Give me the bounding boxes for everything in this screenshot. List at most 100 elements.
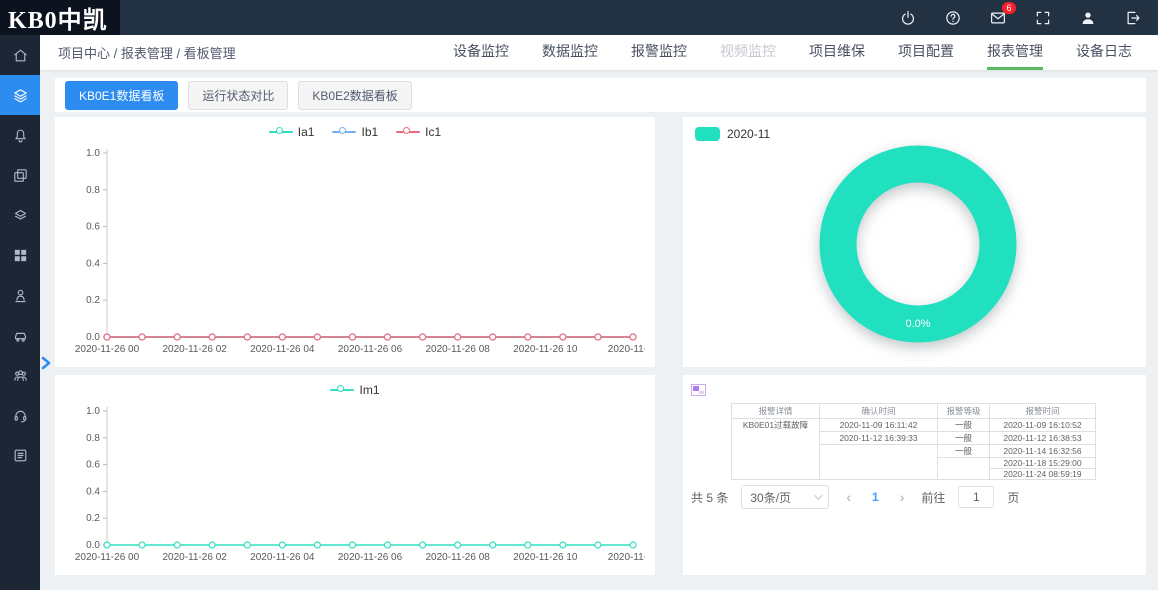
sidebar-item-grid[interactable]	[0, 235, 40, 275]
sidebar-item-group[interactable]	[0, 355, 40, 395]
legend-item[interactable]: Ib1	[332, 125, 378, 139]
legend-marker-icon	[695, 127, 720, 141]
svg-text:2020-11-26 10: 2020-11-26 10	[513, 344, 578, 355]
nav-tabs: 设备监控 数据监控 报警监控 视频监控 项目维保 项目配置 报表管理 设备日志	[453, 35, 1158, 70]
data-point	[313, 333, 321, 341]
data-point	[348, 333, 357, 341]
data-point	[138, 333, 146, 341]
bell-icon	[14, 129, 26, 142]
svg-text:2020-11-26 00: 2020-11-26 00	[75, 552, 140, 563]
help-button[interactable]	[944, 9, 962, 27]
svg-text:2020-11-26 02: 2020-11-26 02	[163, 344, 228, 355]
svg-text:2020-11-26 08: 2020-11-26 08	[426, 552, 491, 563]
power-button[interactable]	[899, 9, 917, 27]
goto-page-input[interactable]	[958, 486, 995, 508]
current-page-button[interactable]: 1	[868, 490, 883, 504]
pagination: 共 5 条 30条/页 ‹ 1 › 前往 页	[691, 485, 1138, 509]
alarm-table-wrap: 报警详情 确认时间 报警等级 报警时间 KB0E01过载故障 2020-11-09 16:…	[691, 403, 1138, 480]
breadcrumb: 项目中心 / 报表管理 / 看板管理	[58, 46, 236, 61]
data-point	[629, 333, 637, 341]
svg-text:2020-11-26 02: 2020-11-26 02	[163, 552, 228, 563]
legend-marker-icon	[268, 127, 293, 137]
svg-text:0.2: 0.2	[86, 295, 100, 306]
data-point	[138, 541, 146, 549]
top-header: KB0中凯 6	[0, 0, 1158, 35]
view-tab-button[interactable]: KB0E2数据看板	[298, 80, 412, 110]
data-point	[524, 541, 532, 549]
view-tab-bar: KB0E1数据看板 运行状态对比 KB0E2数据看板	[55, 78, 1146, 112]
legend-item[interactable]: Ic1	[396, 125, 441, 139]
nav-tab[interactable]: 视频监控	[720, 35, 776, 70]
data-point	[489, 541, 497, 549]
svg-text:1.0: 1.0	[86, 148, 100, 159]
table-header: 报警等级	[937, 403, 990, 419]
chart-legend: Ia1 Ib1 Ic1	[63, 123, 647, 141]
legend-item[interactable]: 2020-11	[695, 127, 770, 141]
page-size-select[interactable]: 30条/页	[741, 485, 830, 509]
card-grid: Ia1 Ib1 Ic1 1.0 0.8 0.6 0.4 0.2 0.0 2020-11-26 00…	[55, 117, 1146, 575]
data-point	[594, 541, 602, 549]
prev-page-button[interactable]: ‹	[842, 489, 855, 505]
person-pin-icon	[14, 289, 26, 302]
layers-icon	[13, 88, 27, 102]
mail-button[interactable]: 6	[989, 1, 1016, 27]
nav-tab[interactable]: 报表管理	[987, 35, 1043, 70]
data-point	[208, 333, 216, 341]
sidebar-item-person-pin[interactable]	[0, 275, 40, 315]
table-cell: 2020-11-09 16:11:42	[819, 418, 938, 432]
nav-tab[interactable]: 数据监控	[542, 35, 598, 70]
data-point	[103, 541, 111, 549]
logout-button[interactable]	[1124, 9, 1142, 27]
sidebar-item-windows[interactable]	[0, 155, 40, 195]
data-point	[383, 333, 392, 341]
legend-item[interactable]: Im1	[330, 383, 380, 397]
svg-text:2020-11-26: 2020-11-26	[608, 344, 645, 355]
sidebar-item-bell[interactable]	[0, 115, 40, 155]
table-cell: 2020-11-24 08:59:19	[989, 468, 1096, 480]
table-header: 报警详情	[731, 403, 820, 419]
sidebar-item-stack[interactable]	[0, 195, 40, 235]
nav-tab[interactable]: 设备日志	[1076, 35, 1132, 70]
svg-text:0.0: 0.0	[86, 332, 100, 343]
nav-tab[interactable]: 项目配置	[898, 35, 954, 70]
sidebar-item-headset[interactable]	[0, 395, 40, 435]
svg-text:2020-11-26: 2020-11-26	[608, 552, 645, 563]
line-chart-canvas: 1.0 0.8 0.6 0.4 0.2 0.02020-11-26 00 2020-11-2…	[75, 148, 659, 355]
svg-text:0.4: 0.4	[86, 486, 100, 497]
data-point	[559, 333, 567, 341]
nav-tab[interactable]: 设备监控	[453, 35, 509, 70]
fullscreen-button[interactable]	[1034, 9, 1052, 27]
donut-chart-card: 2020-11 0.0%	[683, 117, 1146, 367]
nav-tab[interactable]: 报警监控	[631, 35, 687, 70]
broken-image-icon	[691, 384, 706, 396]
power-icon	[902, 10, 914, 25]
data-point	[559, 541, 567, 549]
svg-text:2020-11-26 04: 2020-11-26 04	[250, 344, 315, 355]
goto-label: 前往	[921, 490, 946, 505]
secondary-bar: 项目中心 / 报表管理 / 看板管理 设备监控 数据监控 报警监控 视频监控 项目维保项…	[40, 35, 1158, 70]
sidebar-item-home[interactable]	[0, 35, 40, 75]
table-cell: 一般	[937, 444, 990, 458]
data-point	[173, 541, 181, 549]
sidebar-item-vehicle[interactable]	[0, 315, 40, 355]
view-tab-button[interactable]: 运行状态对比	[188, 80, 289, 110]
sidebar-item-document[interactable]	[0, 435, 40, 475]
logout-icon	[1127, 11, 1140, 24]
svg-text:1.0: 1.0	[86, 406, 100, 417]
data-point	[243, 541, 251, 549]
sidebar-item-layers[interactable]	[0, 75, 40, 115]
data-point	[419, 333, 427, 341]
legend-item[interactable]: Ia1	[268, 125, 314, 139]
data-point	[419, 541, 427, 549]
nav-tab[interactable]: 项目维保	[809, 35, 865, 70]
user-button[interactable]	[1079, 9, 1097, 27]
data-point	[594, 333, 602, 341]
grid-icon	[14, 249, 26, 261]
next-page-button[interactable]: ›	[896, 489, 909, 505]
main-content: KB0E1数据看板 运行状态对比 KB0E2数据看板 Ia1 Ib1 Ic1 1.0 0.8…	[40, 70, 1158, 575]
data-point	[629, 541, 637, 549]
table-cell	[819, 444, 938, 480]
view-tab-button[interactable]: KB0E1数据看板	[65, 80, 179, 110]
sidebar-expand-chevron-icon[interactable]	[41, 356, 51, 370]
fullscreen-icon	[1036, 11, 1050, 24]
